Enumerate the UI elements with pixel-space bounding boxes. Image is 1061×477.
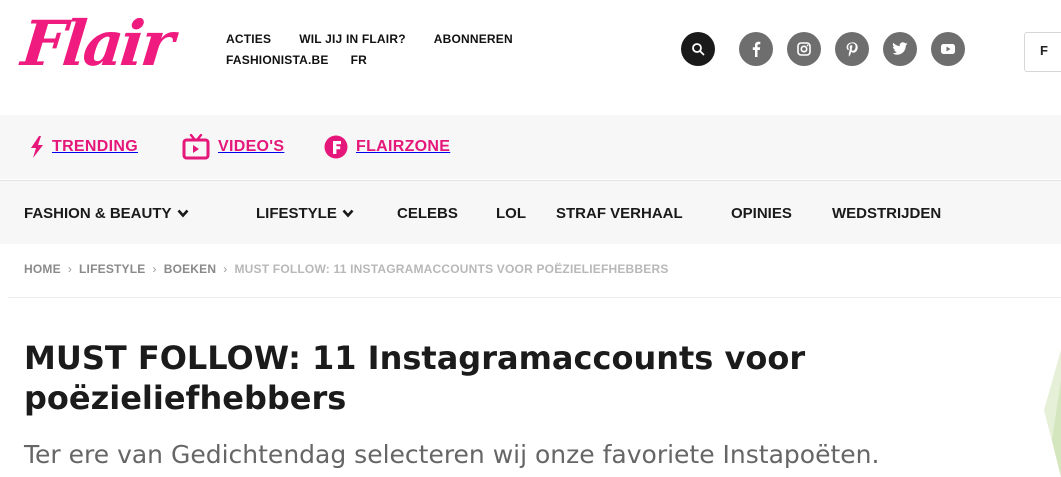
article-subtitle: Ter ere van Gedichtendag selecteren wij … xyxy=(24,440,880,469)
breadcrumb-separator-icon: › xyxy=(152,262,157,276)
instagram-button[interactable] xyxy=(787,32,821,66)
breadcrumb-separator-icon: › xyxy=(223,262,228,276)
nav-item-fashion-beauty[interactable]: FASHION & BEAUTY xyxy=(24,181,189,245)
breadcrumb-separator-icon: › xyxy=(67,262,73,276)
topnav-link-wil-jij-in-flair[interactable]: WIL JIJ IN FLAIR? xyxy=(299,32,406,46)
subbar-item-flairzone[interactable]: FLAIRZONE xyxy=(324,115,450,179)
nav-item-straf-verhaal[interactable]: STRAF VERHAAL xyxy=(556,181,683,245)
topnav-link-abonneren[interactable]: ABONNEREN xyxy=(434,32,513,46)
breadcrumb-current: MUST FOLLOW: 11 INSTAGRAMACCOUNTS VOOR P… xyxy=(234,262,669,276)
topnav-link-acties[interactable]: ACTIES xyxy=(226,32,271,46)
topnav-link-fr[interactable]: FR xyxy=(351,53,367,67)
youtube-icon xyxy=(941,44,955,54)
site-header: Flair ACTIES WIL JIJ IN FLAIR? ABONNEREN… xyxy=(0,0,1061,115)
instagram-icon xyxy=(797,42,811,56)
main-nav: FASHION & BEAUTY LIFESTYLE CELEBS LOL ST… xyxy=(0,180,1061,244)
chevron-down-icon xyxy=(177,209,189,218)
nav-label-opinies: OPINIES xyxy=(731,204,792,222)
youtube-button[interactable] xyxy=(931,32,965,66)
breadcrumb-home[interactable]: HOME xyxy=(24,262,61,276)
pinterest-icon xyxy=(846,42,858,57)
search-icon xyxy=(692,43,705,56)
nav-item-celebs[interactable]: CELEBS xyxy=(397,181,458,245)
decorative-shape xyxy=(1044,350,1061,477)
nav-label-straf-verhaal: STRAF VERHAAL xyxy=(556,204,683,222)
top-nav: ACTIES WIL JIJ IN FLAIR? ABONNEREN FASHI… xyxy=(226,32,586,74)
article-title-line-1: MUST FOLLOW: 11 Instagramaccounts voor xyxy=(24,339,806,377)
subbar-label-flairzone: FLAIRZONE xyxy=(356,138,451,155)
logo-text: Flair xyxy=(18,7,175,80)
twitter-button[interactable] xyxy=(883,32,917,66)
pinterest-button[interactable] xyxy=(835,32,869,66)
nav-item-opinies[interactable]: OPINIES xyxy=(731,181,792,245)
nav-label-lifestyle: LIFESTYLE xyxy=(256,204,337,222)
language-box[interactable]: F xyxy=(1024,32,1061,72)
tv-icon xyxy=(182,134,210,160)
nav-label-wedstrijden: WEDSTRIJDEN xyxy=(832,204,942,222)
flair-f-icon xyxy=(324,135,348,159)
nav-item-lol[interactable]: LOL xyxy=(496,181,526,245)
divider xyxy=(8,297,1061,298)
breadcrumb-boeken[interactable]: BOEKEN xyxy=(164,262,217,276)
nav-item-lifestyle[interactable]: LIFESTYLE xyxy=(256,181,354,245)
topnav-link-fashionista[interactable]: FASHIONISTA.BE xyxy=(226,53,329,67)
nav-label-lol: LOL xyxy=(496,204,526,222)
facebook-button[interactable] xyxy=(739,32,773,66)
search-button[interactable] xyxy=(681,32,715,66)
breadcrumb: HOME › LIFESTYLE › BOEKEN › MUST FOLLOW:… xyxy=(24,262,669,276)
subbar-item-trending[interactable]: TRENDING xyxy=(30,115,138,179)
highlight-bar: TRENDING VIDEO'S FLAIRZONE xyxy=(0,115,1061,179)
flair-logo[interactable]: Flair xyxy=(18,4,202,84)
nav-item-wedstrijden[interactable]: WEDSTRIJDEN xyxy=(832,181,941,245)
subbar-label-trending: TRENDING xyxy=(52,138,138,155)
social-links xyxy=(739,32,965,66)
nav-label-celebs: CELEBS xyxy=(397,204,458,222)
article-title: MUST FOLLOW: 11 Instagramaccounts voor p… xyxy=(24,338,1024,418)
article-title-line-2: poëzieliefhebbers xyxy=(24,379,347,417)
subbar-item-videos[interactable]: VIDEO'S xyxy=(182,115,284,179)
breadcrumb-lifestyle[interactable]: LIFESTYLE xyxy=(79,262,145,276)
twitter-icon xyxy=(892,42,908,55)
language-box-label: F xyxy=(1040,43,1048,58)
facebook-icon xyxy=(752,41,761,57)
chevron-down-icon xyxy=(342,209,354,218)
subbar-label-videos: VIDEO'S xyxy=(218,138,285,155)
lightning-icon xyxy=(31,136,43,158)
nav-label-fashion-beauty: FASHION & BEAUTY xyxy=(24,204,172,222)
